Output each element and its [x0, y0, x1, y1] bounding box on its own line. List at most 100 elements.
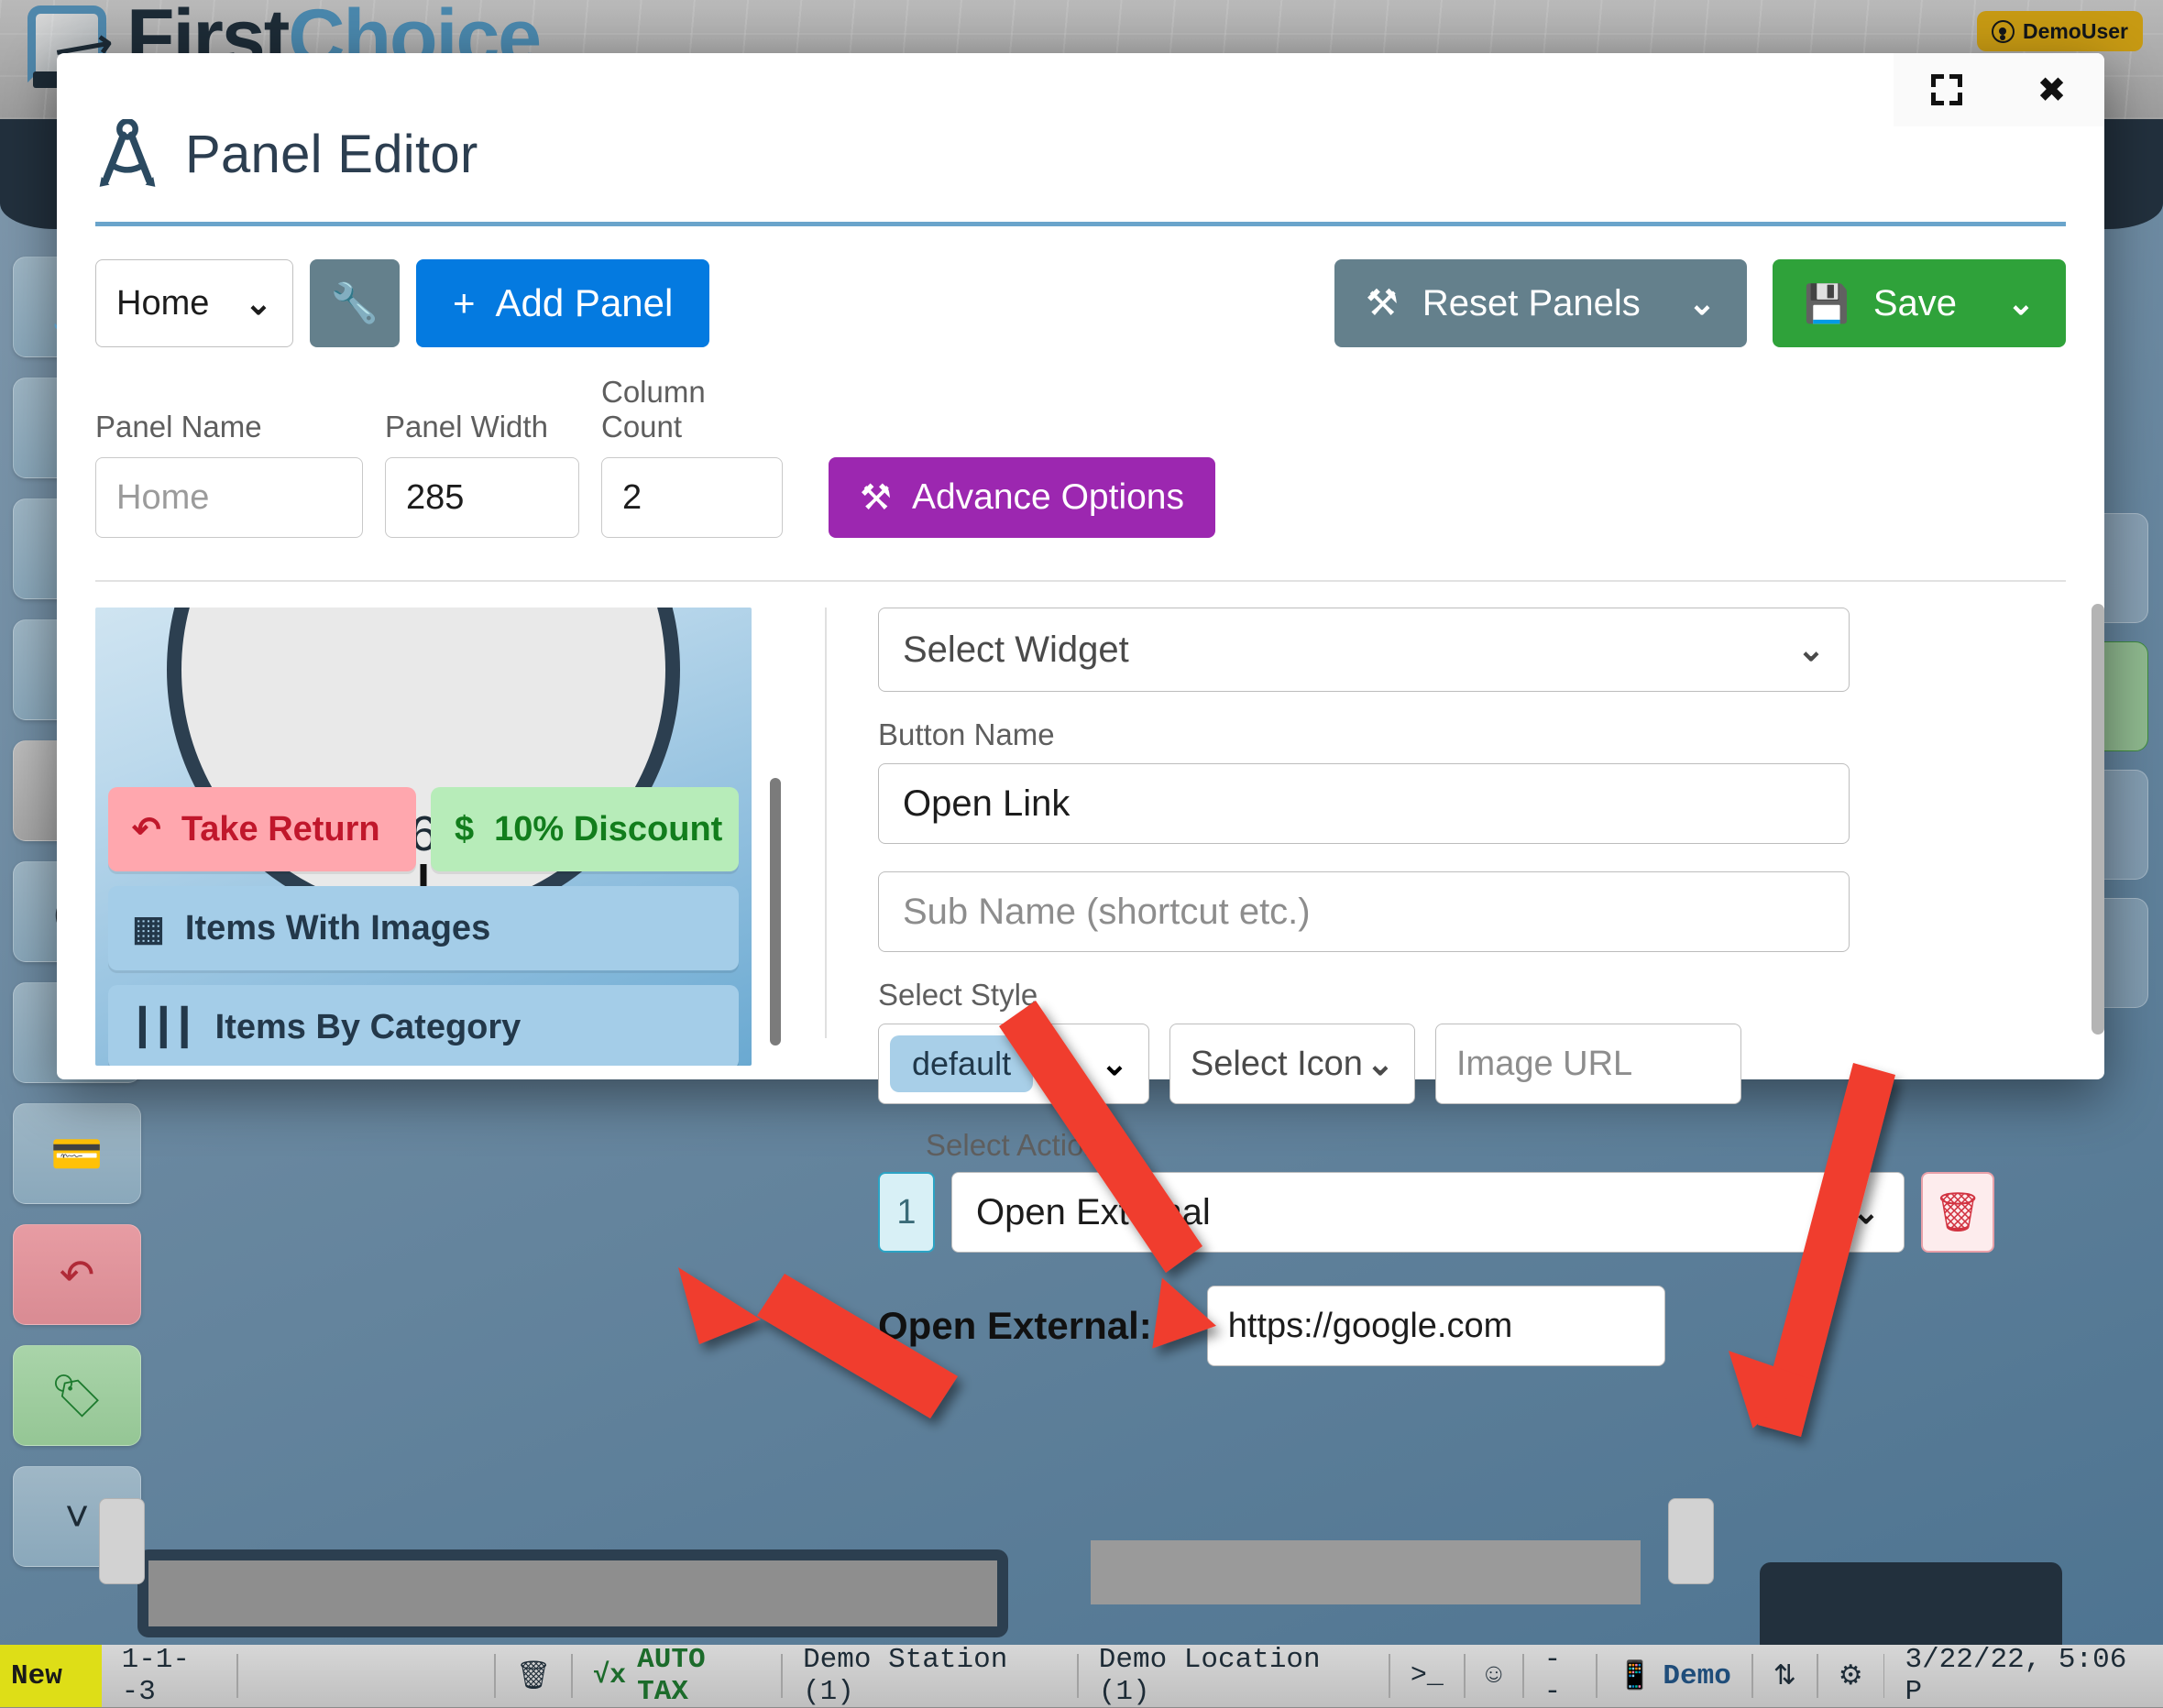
action-dropdown[interactable]: Open External ⌄: [951, 1172, 1905, 1253]
chevron-down-icon: ⌄: [1852, 1193, 1880, 1232]
status-settings-button[interactable]: ⚙: [1818, 1645, 1883, 1707]
plus-icon: +: [453, 281, 476, 325]
status-bar: New 1-1--3 🗑 √x AUTO TAX Demo Station (1…: [0, 1645, 2163, 1707]
style-dropdown[interactable]: default ⌄: [878, 1024, 1149, 1104]
preview-button-items-with-images[interactable]: ▦ Items With Images: [108, 886, 739, 970]
chevron-down-icon[interactable]: ⌄: [1688, 284, 1716, 323]
user-avatar-icon: [1992, 20, 2015, 43]
status-smiley-button[interactable]: ☺: [1466, 1645, 1522, 1707]
reset-panels-label: Reset Panels: [1422, 283, 1641, 324]
dialog-content: 6 ↶ Take Return $ 10% Discount: [57, 608, 2104, 1066]
open-external-input[interactable]: [1207, 1286, 1665, 1366]
gear-icon: ⚙: [1839, 1659, 1863, 1693]
preview-scrollbar[interactable]: [770, 778, 781, 1046]
preview-button-discount[interactable]: $ 10% Discount: [431, 787, 739, 871]
panel-name-field: Panel Name: [95, 410, 363, 538]
preview-button-take-return[interactable]: ↶ Take Return: [108, 787, 416, 871]
select-style-label: Select Style: [878, 978, 2049, 1013]
undo-icon: ↶: [132, 809, 161, 850]
chevron-down-icon[interactable]: ⌄: [2007, 284, 2035, 323]
preview-row-2: ▦ Items With Images: [108, 886, 739, 970]
panel-width-label: Panel Width: [385, 410, 579, 444]
panel-name-label: Panel Name: [95, 410, 363, 444]
status-station[interactable]: Demo Station (1): [783, 1645, 1077, 1707]
wrench-icon: 🔧: [331, 281, 379, 326]
panel-select-value: Home: [116, 284, 209, 323]
preview-button-label: 10% Discount: [494, 810, 722, 849]
status-new-badge[interactable]: New: [0, 1645, 102, 1707]
action-row: 1 Open External ⌄ 🗑: [878, 1172, 2049, 1253]
reset-panels-button[interactable]: ⚒ Reset Panels ⌄: [1334, 259, 1747, 347]
status-location[interactable]: Demo Location (1): [1079, 1645, 1389, 1707]
chevron-down-icon: ⌄: [1367, 1045, 1394, 1083]
sqrt-x-icon: √x: [593, 1660, 626, 1692]
action-value: Open External: [976, 1192, 1211, 1233]
preview-button-label: Take Return: [181, 810, 380, 849]
sub-name-input[interactable]: [878, 871, 1850, 952]
background-thumb-right: [1668, 1498, 1714, 1584]
status-sync-button[interactable]: ⇅: [1753, 1645, 1817, 1707]
image-url-input[interactable]: [1435, 1024, 1741, 1104]
chevron-down-icon: ⌄: [1797, 630, 1825, 669]
background-tile-grey: [1091, 1540, 1641, 1604]
status-auto-tax[interactable]: √x AUTO TAX: [573, 1645, 781, 1707]
panel-name-input[interactable]: [95, 457, 363, 538]
chevron-down-icon: ⌄: [245, 284, 272, 323]
select-icon-label: Select Icon: [1191, 1045, 1363, 1084]
widget-form-pane: Select Widget ⌄ Button Name Select Style…: [827, 608, 2104, 1066]
compass-icon: [95, 119, 159, 189]
status-device-button[interactable]: 🗑: [496, 1645, 571, 1707]
status-demo-label: Demo: [1663, 1660, 1730, 1692]
save-label: Save: [1873, 283, 1957, 324]
expand-button[interactable]: [1921, 64, 1972, 115]
panel-editor-dialog: ✖ Panel Editor Home ⌄ 🔧 + Add Panel: [57, 53, 2104, 1079]
status-console-button[interactable]: >_: [1390, 1645, 1464, 1707]
close-icon: ✖: [2037, 70, 2067, 111]
toolbar-right-group: ⚒ Reset Panels ⌄ 💾 Save ⌄: [1334, 259, 2066, 347]
background-tile-dark-2: [1760, 1562, 2062, 1645]
save-button[interactable]: 💾 Save ⌄: [1773, 259, 2066, 347]
preview-button-label: Items With Images: [185, 909, 490, 948]
dialog-header: Panel Editor: [57, 53, 2104, 189]
floppy-disk-icon: 💾: [1804, 282, 1850, 325]
status-demo[interactable]: 📱 Demo: [1598, 1645, 1751, 1707]
style-value: default: [890, 1035, 1033, 1092]
status-auto-tax-label: AUTO TAX: [637, 1644, 761, 1708]
form-scrollbar[interactable]: [2092, 604, 2104, 1035]
open-external-label: Open External:: [878, 1304, 1152, 1348]
user-chip[interactable]: DemoUser: [1977, 11, 2143, 51]
close-button[interactable]: ✖: [2026, 64, 2078, 115]
tools-icon: ⚒: [1366, 282, 1399, 324]
select-icon-dropdown[interactable]: Select Icon ⌄: [1169, 1024, 1415, 1104]
panel-select-dropdown[interactable]: Home ⌄: [95, 259, 293, 347]
advance-options-label: Advance Options: [912, 477, 1184, 518]
advance-options-button[interactable]: ⚒ Advance Options: [829, 457, 1215, 538]
expand-icon: [1931, 74, 1962, 105]
dialog-toolbar: Home ⌄ 🔧 + Add Panel ⚒ Reset Panels ⌄ 💾 …: [57, 226, 2104, 347]
panel-preview-wrapper: 6 ↶ Take Return $ 10% Discount: [95, 608, 774, 1066]
preview-row-1: ↶ Take Return $ 10% Discount: [108, 787, 739, 871]
delete-action-button[interactable]: 🗑: [1921, 1172, 1994, 1253]
user-chip-label: DemoUser: [2023, 19, 2128, 44]
dollar-icon: $: [455, 810, 474, 849]
column-count-field: Column Count: [601, 375, 783, 538]
column-count-label: Column Count: [601, 375, 783, 444]
device-code-icon: 📱: [1618, 1659, 1652, 1693]
panel-preview: 6 ↶ Take Return $ 10% Discount: [95, 608, 752, 1066]
sidebar-item-discount[interactable]: 🏷: [13, 1345, 141, 1446]
trash-icon: 🗑: [1933, 1190, 1982, 1235]
prompt-icon: >_: [1411, 1660, 1444, 1692]
sidebar-item-register[interactable]: 💳: [13, 1103, 141, 1204]
select-widget-placeholder: Select Widget: [903, 630, 1129, 671]
panel-width-input[interactable]: [385, 457, 579, 538]
add-panel-button[interactable]: + Add Panel: [416, 259, 709, 347]
barcode-icon: ┃┃┃: [132, 1007, 195, 1048]
open-external-row: Open External:: [878, 1286, 2049, 1366]
panel-settings-button[interactable]: 🔧: [310, 259, 400, 347]
column-count-input[interactable]: [601, 457, 783, 538]
sidebar-item-return[interactable]: ↶: [13, 1224, 141, 1325]
select-widget-dropdown[interactable]: Select Widget ⌄: [878, 608, 1850, 692]
dialog-title: Panel Editor: [185, 124, 478, 185]
preview-button-items-by-category[interactable]: ┃┃┃ Items By Category: [108, 985, 739, 1066]
button-name-input[interactable]: [878, 763, 1850, 844]
